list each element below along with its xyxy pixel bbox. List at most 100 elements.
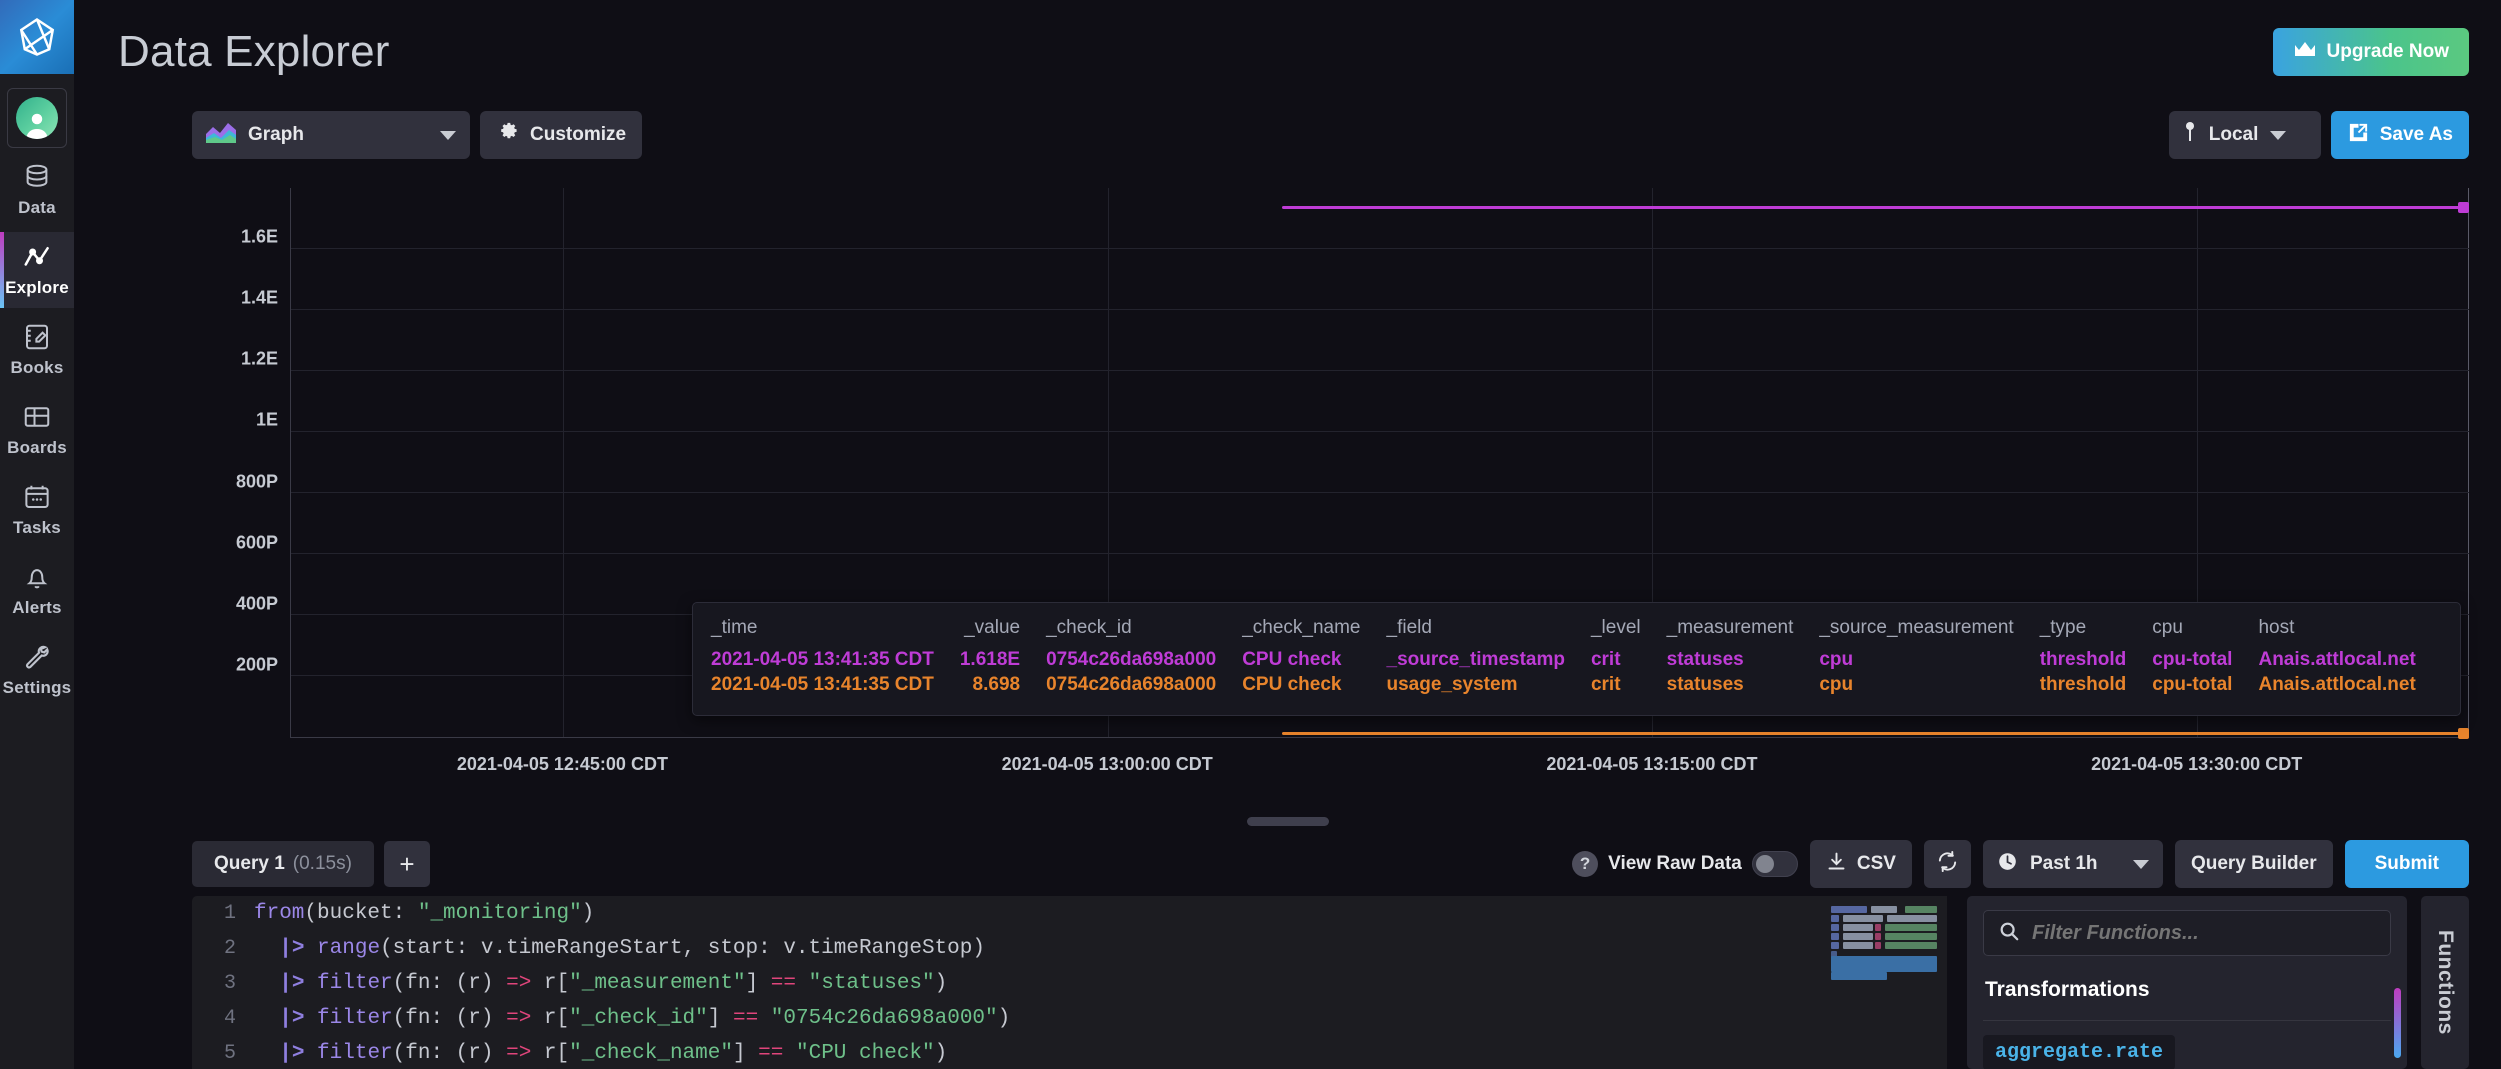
tooltip-column-header: cpu bbox=[2152, 617, 2183, 638]
search-icon bbox=[1998, 920, 2020, 947]
query-tab-label: Query 1 bbox=[214, 853, 285, 874]
line-number: 5 bbox=[223, 1042, 236, 1065]
view-raw-data-toggle[interactable] bbox=[1751, 851, 1798, 877]
view-raw-data-group[interactable]: ? View Raw Data bbox=[1572, 851, 1798, 877]
code-line[interactable]: 3 |> filter(fn: (r) => r["_measurement"]… bbox=[192, 966, 1947, 1001]
tooltip-column-header: _field bbox=[1386, 617, 1432, 638]
tooltip-column-header: _source_measurement bbox=[1819, 617, 2014, 638]
sidebar-item-label: Tasks bbox=[13, 518, 61, 537]
user-avatar-icon bbox=[16, 97, 58, 139]
code-line[interactable]: 2 |> range(start: v.timeRangeStart, stop… bbox=[192, 931, 1947, 966]
functions-tab-label: Functions bbox=[2434, 930, 2457, 1035]
code-text: |> filter(fn: (r) => r["_check_name"] ==… bbox=[279, 1042, 948, 1065]
timezone-label: Local bbox=[2208, 124, 2259, 145]
gridline-horizontal bbox=[291, 370, 2469, 371]
time-range-dropdown[interactable]: Past 1h bbox=[1982, 840, 2163, 888]
query-builder-button[interactable]: Query Builder bbox=[2174, 840, 2333, 888]
page-title: Data Explorer bbox=[118, 27, 390, 76]
tooltip-cell: cpu-total bbox=[2152, 674, 2233, 695]
code-line[interactable]: 5 |> filter(fn: (r) => r["_check_name"] … bbox=[192, 1036, 1947, 1069]
sidebar-item-boards[interactable]: Boards bbox=[0, 392, 74, 468]
series-line-0 bbox=[1281, 205, 2469, 209]
panel-resize-bar[interactable] bbox=[74, 810, 2501, 832]
sidebar-item-explore[interactable]: Explore bbox=[0, 232, 74, 308]
x-axis-tick-label: 2021-04-05 13:15:00 CDT bbox=[1546, 754, 1758, 774]
sidebar-item-settings[interactable]: Settings bbox=[0, 632, 74, 708]
submit-label: Submit bbox=[2374, 853, 2439, 874]
tooltip-cell: Anais.attlocal.net bbox=[2258, 674, 2416, 695]
query-tab-1[interactable]: Query 1 (0.15s) bbox=[192, 841, 374, 887]
avatar[interactable] bbox=[7, 88, 67, 148]
functions-scrollbar[interactable] bbox=[2394, 988, 2401, 1058]
tooltip-cell: cpu bbox=[1819, 674, 1854, 695]
visualization-toolbar: Graph Customize Local Save As bbox=[74, 104, 2501, 166]
tooltip-table: _time _value _check_id _check_name _field _le… bbox=[711, 617, 2442, 699]
series-line-1 bbox=[1281, 732, 2469, 736]
tooltip-cell: usage_system bbox=[1386, 674, 1518, 695]
tooltip-column-header: _type bbox=[2039, 617, 2087, 638]
graph-type-dropdown[interactable]: Graph bbox=[192, 111, 470, 159]
sidebar-item-books[interactable]: Books bbox=[0, 312, 74, 388]
csv-download-button[interactable]: CSV bbox=[1809, 840, 1912, 888]
x-axis-tick-label: 2021-04-05 13:30:00 CDT bbox=[2091, 754, 2303, 774]
y-axis-tick-label: 200P bbox=[235, 654, 278, 675]
y-axis-tick-label: 1.4E bbox=[240, 287, 278, 308]
timezone-dropdown[interactable]: Local bbox=[2168, 111, 2321, 159]
search-input[interactable] bbox=[2032, 921, 2376, 945]
gridline-vertical bbox=[563, 188, 565, 737]
tooltip-cell: crit bbox=[1590, 649, 1621, 670]
line-graph-icon bbox=[22, 242, 52, 272]
upgrade-now-label: Upgrade Now bbox=[2326, 41, 2449, 62]
code-line[interactable]: 1 from(bucket: "_monitoring") bbox=[192, 896, 1947, 931]
tooltip-column-header: _level bbox=[1590, 617, 1641, 638]
tooltip-cell: CPU check bbox=[1242, 674, 1342, 695]
sidebar-item-tasks[interactable]: Tasks bbox=[0, 472, 74, 548]
query-duration: (0.15s) bbox=[292, 853, 352, 874]
y-axis-tick-label: 1.2E bbox=[240, 348, 278, 369]
save-as-button[interactable]: Save As bbox=[2330, 111, 2469, 159]
functions-side-tab[interactable]: Functions bbox=[2421, 896, 2469, 1069]
gridline-horizontal bbox=[291, 309, 2469, 310]
functions-list[interactable]: aggregate.ratechandeMomentumOscillator bbox=[1983, 1021, 2391, 1069]
sidebar-item-data[interactable]: Data bbox=[0, 152, 74, 228]
chart-panel[interactable]: 200P 400P 600P 800P 1E 1.2E 1.4E 1.6E 2021-04-0… bbox=[192, 170, 2469, 810]
question-mark-icon[interactable]: ? bbox=[1572, 851, 1599, 877]
code-text: |> filter(fn: (r) => r["_check_id"] == "… bbox=[279, 1007, 1011, 1030]
filter-functions-search[interactable] bbox=[1983, 910, 2391, 956]
submit-button[interactable]: Submit bbox=[2344, 840, 2469, 888]
notebook-pencil-icon bbox=[22, 322, 52, 352]
function-item[interactable]: aggregate.rate bbox=[1983, 1035, 2176, 1069]
refresh-button[interactable] bbox=[1923, 840, 1971, 888]
add-query-button[interactable]: + bbox=[383, 841, 430, 887]
chevron-down-icon bbox=[2270, 130, 2287, 140]
code-lines[interactable]: 1 from(bucket: "_monitoring") 2 |> range(s… bbox=[192, 896, 1947, 1069]
influxdb-logo-icon[interactable] bbox=[0, 0, 74, 74]
gridline-horizontal bbox=[291, 431, 2469, 432]
x-axis-tick-label: 2021-04-05 13:00:00 CDT bbox=[1001, 754, 1213, 774]
refresh-icon bbox=[1936, 850, 1959, 879]
tooltip-cell: statuses bbox=[1666, 649, 1744, 670]
database-icon bbox=[22, 162, 52, 192]
drag-handle[interactable] bbox=[1246, 816, 1329, 826]
y-axis-tick-label: 800P bbox=[235, 471, 278, 492]
tooltip-cell: _source_timestamp bbox=[1386, 649, 1565, 670]
code-minimap[interactable] bbox=[1827, 904, 1937, 1044]
sidebar-item-label: Boards bbox=[7, 438, 67, 457]
sidebar-item-label: Explore bbox=[5, 278, 69, 297]
sidebar-item-label: Books bbox=[10, 358, 64, 377]
page-header: Data Explorer Upgrade Now bbox=[74, 0, 2501, 104]
x-axis: 2021-04-05 12:45:00 CDT 2021-04-05 13:00:… bbox=[290, 754, 2469, 778]
customize-button[interactable]: Customize bbox=[480, 111, 643, 159]
sidebar-item-label: Alerts bbox=[12, 598, 62, 617]
calendar-icon bbox=[22, 482, 52, 512]
line-number: 3 bbox=[223, 972, 236, 995]
sidebar-item-label: Data bbox=[18, 198, 56, 217]
upgrade-now-button[interactable]: Upgrade Now bbox=[2272, 28, 2469, 76]
query-toolbar: Query 1 (0.15s) + ? View Raw Data CSV Pa… bbox=[74, 832, 2501, 896]
flux-code-editor[interactable]: 1 from(bucket: "_monitoring") 2 |> range(s… bbox=[192, 896, 1947, 1069]
tooltip-cell: 2021-04-05 13:41:35 CDT bbox=[711, 649, 934, 670]
crown-icon bbox=[2293, 40, 2317, 65]
sidebar-item-alerts[interactable]: Alerts bbox=[0, 552, 74, 628]
tooltip-cell: threshold bbox=[2039, 674, 2127, 695]
code-line[interactable]: 4 |> filter(fn: (r) => r["_check_id"] ==… bbox=[192, 1001, 1947, 1036]
